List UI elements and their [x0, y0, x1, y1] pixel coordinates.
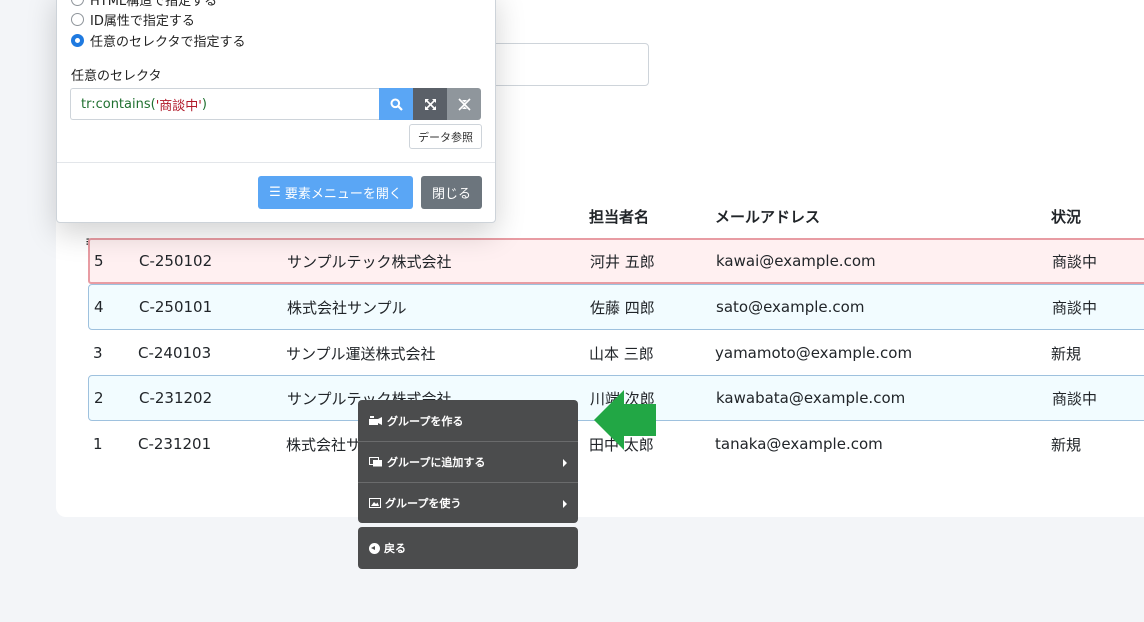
menu-item-label: グループに追加する	[387, 456, 486, 469]
selector-dialog: HTML構造で指定する ID属性で指定する 任意のセレクタで指定する 任意のセレ…	[56, 0, 496, 223]
cell-person: 山本 三郎	[589, 344, 654, 363]
cell-email: tanaka@example.com	[715, 435, 883, 453]
menu-item-label: グループを使う	[385, 497, 462, 510]
pointer-arrow-icon	[594, 390, 656, 450]
menu-item-use-group[interactable]: グループを使う	[358, 482, 578, 523]
radio-label: HTML構造で指定する	[90, 0, 218, 9]
radio-label: 任意のセレクタで指定する	[90, 35, 246, 50]
open-menu-label: 要素メニューを開く	[284, 187, 402, 202]
cell-code: C-231201	[138, 435, 212, 453]
group-add-icon	[369, 457, 382, 467]
search-button[interactable]	[379, 88, 413, 120]
cell-email: yamamoto@example.com	[715, 344, 913, 362]
submenu-caret-icon	[563, 500, 567, 508]
group-use-icon	[369, 498, 381, 508]
cell-email: kawai@example.com	[716, 252, 876, 270]
menu-item-label: グループを作る	[387, 414, 464, 428]
menu-item-create-group[interactable]: グループを作る	[358, 400, 578, 441]
menu-item-back[interactable]: 戻る	[358, 527, 578, 569]
cell-company: サンプル運送株式会社	[286, 344, 436, 363]
cell-no: 3	[93, 344, 103, 362]
submenu-caret-icon	[563, 459, 567, 467]
radio-label: ID属性で指定する	[90, 14, 195, 29]
radio-button[interactable]	[71, 34, 84, 47]
cell-status: 商談中	[1052, 389, 1098, 408]
selector-prefix: tr:contains(	[81, 96, 156, 112]
radio-html-structure[interactable]: HTML構造で指定する	[71, 0, 217, 9]
selector-label: 任意のセレクタ	[71, 69, 162, 84]
cell-no: 4	[94, 298, 104, 316]
cell-email: sato@example.com	[716, 298, 865, 316]
expand-button[interactable]	[413, 88, 447, 120]
cell-company: 株式会社サンプル	[287, 298, 407, 317]
cell-email: kawabata@example.com	[716, 389, 906, 407]
selector-string: '商談中'	[155, 98, 202, 114]
radio-button[interactable]	[71, 0, 84, 6]
selector-suffix: )	[201, 96, 207, 112]
header-status: 状況	[1051, 208, 1082, 226]
expand-icon	[424, 98, 436, 110]
back-icon	[369, 542, 380, 554]
cell-status: 商談中	[1052, 252, 1098, 271]
cell-code: C-250102	[139, 252, 213, 270]
menu-item-label: 戻る	[384, 542, 406, 555]
group-create-icon	[369, 415, 382, 425]
selector-input[interactable]: tr:contains( '商談中' )	[70, 88, 379, 120]
table-row[interactable]: 4 C-250101 株式会社サンプル 佐藤 四郎 sato@example.com 商談…	[88, 284, 1144, 330]
context-menu: グループを作る グループに追加する グループを使う	[358, 400, 578, 523]
radio-id-attribute[interactable]: ID属性で指定する	[71, 10, 195, 29]
cell-code: C-250101	[139, 298, 213, 316]
collapse-icon	[457, 97, 471, 111]
cell-status: 商談中	[1052, 298, 1098, 317]
cell-code: C-231202	[139, 389, 213, 407]
open-element-menu-button[interactable]: ☰ 要素メニューを開く	[258, 176, 413, 209]
cell-no: 5	[94, 252, 104, 270]
background-input[interactable]	[470, 43, 649, 86]
cell-person: 佐藤 四郎	[590, 298, 655, 317]
close-button[interactable]: 閉じる	[421, 176, 482, 209]
cell-no: 1	[93, 435, 103, 453]
cell-person: 河井 五郎	[590, 252, 655, 271]
header-email: メールアドレス	[715, 208, 821, 226]
table-row[interactable]: 5 C-250102 サンプルテック株式会社 河井 五郎 kawai@example.c…	[88, 238, 1144, 284]
cell-company: サンプルテック株式会社	[287, 252, 452, 271]
cell-no: 2	[94, 389, 104, 407]
table-row[interactable]: 3 C-240103 サンプル運送株式会社 山本 三郎 yamamoto@example…	[88, 330, 1144, 376]
cell-status: 新規	[1051, 435, 1082, 454]
header-person: 担当者名	[589, 208, 650, 226]
radio-custom-selector[interactable]: 任意のセレクタで指定する	[71, 31, 245, 50]
menu-icon: ☰	[269, 185, 281, 200]
menu-item-add-to-group[interactable]: グループに追加する	[358, 441, 578, 482]
collapse-button[interactable]	[447, 88, 481, 120]
cell-code: C-240103	[138, 344, 212, 362]
radio-button[interactable]	[71, 13, 84, 26]
data-reference-button[interactable]: データ参照	[409, 124, 482, 149]
cell-status: 新規	[1051, 344, 1082, 363]
footer-divider	[57, 162, 495, 163]
search-icon	[390, 98, 403, 111]
